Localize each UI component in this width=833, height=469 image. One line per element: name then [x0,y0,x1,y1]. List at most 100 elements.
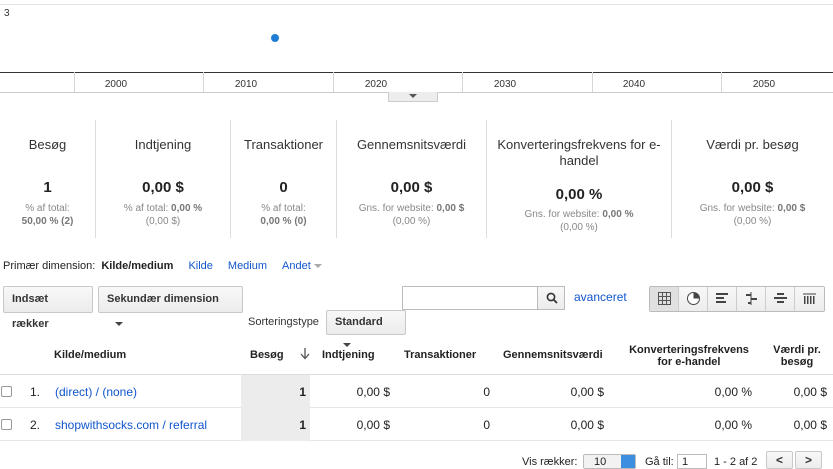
primary-dimension-bar: Primær dimension: Kilde/medium Kilde Med… [3,260,337,272]
row-checkbox[interactable] [1,419,12,430]
dimension-other-dropdown[interactable]: Andet [282,260,322,272]
chart-x-label: 2030 [493,79,517,90]
row-visits: 1 [299,385,306,399]
chart-top-gridline [0,4,833,5]
scorecard-sub-bold: 0,00 $ [777,203,806,214]
prev-page-button[interactable]: < [766,451,793,469]
scorecard-subtext: % af total: 0,00 % (0,00 $) [96,202,230,228]
view-table-button[interactable] [650,287,679,311]
scorecard-conversion-rate[interactable]: Konverteringsfrekvens for e-handel 0,00 … [487,120,672,238]
row-avg-value: 0,00 $ [570,418,604,432]
sort-descending-icon[interactable] [300,348,310,360]
table-view-switcher [649,286,825,312]
secondary-dimension-dropdown[interactable]: Sekundær dimension [98,286,243,327]
view-performance-button[interactable] [708,287,737,311]
comparison-icon [746,292,757,305]
col-header-value-per-visit[interactable]: Værdi pr. besøg [762,344,832,368]
metric-scorecards: Besøg 1 % af total: 50,00 % (2) Indtjeni… [0,120,833,238]
insert-rows-button[interactable]: Indsæt rækker [3,286,93,330]
pie-chart-icon [687,292,700,305]
search-button[interactable] [537,286,565,310]
scorecard-revenue[interactable]: Indtjening 0,00 $ % af total: 0,00 % (0,… [96,120,231,238]
view-comparison-button[interactable] [737,287,766,311]
scorecard-sub-label: % af total: [25,203,70,214]
goto-label: Gå til: [645,456,674,468]
row-revenue: 0,00 $ [356,418,390,432]
scorecard-value-per-visit[interactable]: Værdi pr. besøg 0,00 $ Gns. for website:… [672,120,833,238]
scorecard-title: Indtjening [134,137,192,152]
dimension-medium-link[interactable]: Medium [228,260,267,272]
row-visits: 1 [299,418,306,432]
scorecard-value: 1 [43,179,52,196]
row-source-medium-link[interactable]: (direct) / (none) [55,385,137,399]
dimension-source-medium[interactable]: Kilde/medium [101,260,173,272]
grid-icon [658,292,671,305]
row-value-per-visit: 0,00 $ [793,418,827,432]
chart-collapse-button[interactable] [388,92,438,102]
scorecard-visits[interactable]: Besøg 1 % af total: 50,00 % (2) [0,120,96,238]
chevron-down-icon [313,264,322,269]
chart-tick [203,72,204,92]
show-rows-label: Vis rækker: [522,456,578,468]
scorecard-subtext: Gns. for website: 0,00 % (0,00 %) [487,208,671,234]
scorecard-sub-value: 0,00 % (0) [260,216,307,227]
col-header-transactions[interactable]: Transaktioner [404,349,476,361]
scorecard-sub-label: Gns. for website: [699,203,775,214]
scorecard-subtext: % af total: 0,00 % (0) [231,202,336,228]
view-term-cloud-button[interactable] [766,287,795,311]
chart-x-label: 2010 [234,79,258,90]
row-conversion-rate: 0,00 % [714,418,752,432]
row-source-medium-link[interactable]: shopwithsocks.com / referral [55,418,207,432]
table-row: 2. shopwithsocks.com / referral 1 0,00 $… [0,408,833,441]
scorecard-avg-value[interactable]: Gennemsnitsværdi 0,00 $ Gns. for website… [337,120,487,238]
table-header: Kilde/medium Besøg Indtjening Transaktio… [0,339,833,375]
chart-x-label: 2000 [104,79,128,90]
scorecard-title: Gennemsnitsværdi [356,137,467,152]
view-pie-button[interactable] [679,287,708,311]
row-index: 1. [30,385,41,399]
stepper-icon [621,455,635,468]
chart-tick [721,72,722,92]
secondary-dimension-label: Sekundær dimension [107,293,219,305]
scorecard-transactions[interactable]: Transaktioner 0 % af total: 0,00 % (0) [231,120,337,238]
goto-page-input[interactable]: 1 [677,454,707,469]
scorecard-sub-value: 50,00 % (2) [21,216,74,227]
chevron-down-icon [115,322,123,327]
chart-data-point[interactable] [271,34,279,42]
col-header-visits[interactable]: Besøg [250,349,284,361]
col-header-source-medium[interactable]: Kilde/medium [54,349,126,361]
dimension-source-link[interactable]: Kilde [188,260,212,272]
scorecard-value: 0,00 $ [390,179,433,196]
row-value-per-visit: 0,00 $ [793,385,827,399]
sort-type-label: Sorteringstype [248,316,319,328]
chart-x-label: 2020 [364,79,388,90]
chart-x-label: 2050 [752,79,776,90]
table-search-input[interactable] [402,286,538,310]
row-index: 2. [30,418,41,432]
row-conversion-rate: 0,00 % [714,385,752,399]
row-transactions: 0 [483,385,490,399]
dimension-other-label: Andet [282,260,311,272]
row-transactions: 0 [483,418,490,432]
advanced-filter-link[interactable]: avanceret [574,290,627,304]
row-checkbox[interactable] [1,386,12,397]
sort-type-dropdown[interactable]: Standard [326,310,406,348]
col-header-conversion-rate[interactable]: Konverteringsfrekvens for e-handel [624,344,754,368]
col-header-per-visit-line1: Værdi pr. [773,344,821,356]
view-pivot-button[interactable] [795,287,824,311]
next-page-button[interactable]: > [795,451,822,469]
row-avg-value: 0,00 $ [570,385,604,399]
scorecard-sub-label: % af total: [123,203,169,214]
scorecard-title: Værdi pr. besøg [706,137,799,152]
col-header-revenue[interactable]: Indtjening [322,349,375,361]
scorecard-sub-label: Gns. for website: [358,203,434,214]
scorecard-subtext: Gns. for website: 0,00 $ (0,00 %) [672,202,833,228]
scorecard-value: 0 [279,179,288,196]
col-header-avg-value[interactable]: Gennemsnitsværdi [503,349,603,361]
scorecard-sub-label: % af total: [261,203,306,214]
show-rows-select[interactable]: 10 [583,454,636,469]
chart-tick [333,72,334,92]
scorecard-sub-bold: 0,00 % [171,203,203,214]
chart-x-label: 2040 [622,79,646,90]
scorecard-value: 0,00 $ [731,179,774,196]
